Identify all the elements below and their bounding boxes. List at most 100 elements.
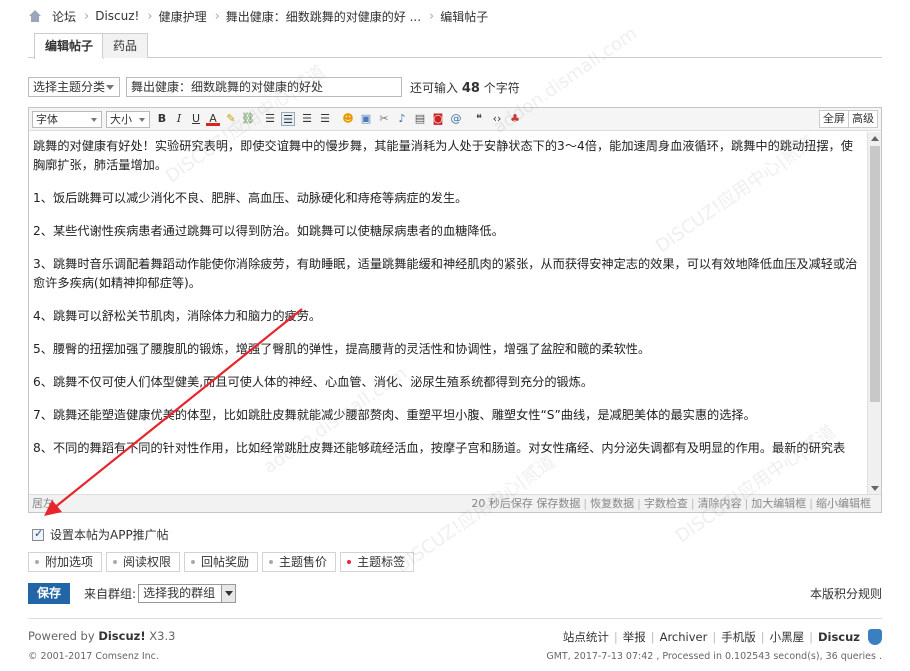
bullet-icon xyxy=(191,560,196,564)
remaining-suffix: 个字符 xyxy=(483,80,520,95)
video-icon[interactable]: ▤ xyxy=(413,112,427,126)
breadcrumb-health[interactable]: 健康护理 xyxy=(159,8,207,25)
shrink-editor-link[interactable]: 缩小编辑框 xyxy=(816,497,871,510)
separator: | xyxy=(809,630,813,644)
title-input[interactable]: 舞出健康：细数跳舞的对健康的好处 xyxy=(126,77,402,97)
chevron-down-icon xyxy=(91,118,97,122)
emoticon-icon[interactable]: ☻ xyxy=(341,112,355,126)
breadcrumb-thread[interactable]: 舞出健康：细数跳舞的对健康的好 ... xyxy=(226,8,421,25)
powered-version: X3.3 xyxy=(149,629,176,643)
scroll-down-icon[interactable] xyxy=(871,486,879,491)
attachment-icon[interactable]: ✂ xyxy=(377,112,391,126)
paragraph: 7、跳舞还能塑造健康优美的体型，比如跳肚皮舞就能减少腰部赘肉、重塑平坦小腹、雕塑… xyxy=(33,408,756,422)
blacklist-link[interactable]: 小黑屋 xyxy=(770,629,805,645)
breadcrumb-discuz[interactable]: Discuz! xyxy=(95,9,139,23)
chevron-down-icon[interactable] xyxy=(221,584,236,602)
clear-content-link[interactable]: 清除内容 xyxy=(698,497,742,510)
read-permission-button[interactable]: 阅读权限 xyxy=(106,552,181,572)
tab-bar: 编辑帖子 药品 xyxy=(28,33,882,59)
paragraph: 2、某些代谢性疾病患者通过跳舞可以得到防治。如跳舞可以使糖尿病患者的血糖降低。 xyxy=(33,224,504,238)
scroll-up-icon[interactable] xyxy=(871,136,879,141)
scroll-thumb[interactable] xyxy=(870,146,880,402)
archiver-link[interactable]: Archiver xyxy=(660,630,708,644)
remaining-chars: 还可输入 48 个字符 xyxy=(410,79,520,96)
editor-content[interactable]: 跳舞的对健康有好处！实验研究表明，即使交谊舞中的慢步舞，其能量消耗为人处于安静状… xyxy=(29,132,867,495)
link-icon[interactable]: ⛓ xyxy=(241,112,255,126)
extra-options: 附加选项 阅读权限 回帖奖励 主题售价 主题标签 xyxy=(28,552,418,572)
category-select[interactable]: 选择主题分类 xyxy=(28,77,120,97)
paragraph: 3、跳舞时音乐调配着舞蹈动作能使你消除疲劳，有助睡眠，适量跳舞能缓和神经肌肉的紧… xyxy=(33,257,858,290)
paragraph: 8、不同的舞蹈有不同的针对性作用，比如经常跳肚皮舞还能够疏经活血，按摩子宫和肠道… xyxy=(33,441,846,455)
editor-statusbar: 居左 20 秒后保存 保存数据 | 恢复数据 | 字数检查 | 清除内容 | 加大编辑框 | 缩小编… xyxy=(29,494,881,512)
breadcrumb-current: 编辑帖子 xyxy=(440,9,489,24)
flash-icon[interactable]: ◙ xyxy=(431,112,445,126)
enlarge-editor-link[interactable]: 加大编辑框 xyxy=(751,497,806,510)
tab-medicine[interactable]: 药品 xyxy=(102,33,149,58)
thread-tags-label: 主题标签 xyxy=(357,555,406,569)
code-icon[interactable]: ‹› xyxy=(490,112,504,126)
font-select[interactable]: 字体 xyxy=(32,111,102,128)
home-icon[interactable] xyxy=(28,10,42,22)
report-link[interactable]: 举报 xyxy=(623,629,646,645)
highlight-icon[interactable]: ✎ xyxy=(224,112,238,126)
submit-row: 保存 来自群组: 选择我的群组 本版积分规则 xyxy=(28,582,882,604)
thread-price-button[interactable]: 主题售价 xyxy=(262,552,337,572)
save-button[interactable]: 保存 xyxy=(28,582,71,604)
underline-icon[interactable]: U xyxy=(189,112,203,126)
mobile-link[interactable]: 手机版 xyxy=(721,629,756,645)
title-row: 选择主题分类 舞出健康：细数跳舞的对健康的好处 还可输入 48 个字符 xyxy=(28,76,520,98)
separator: | xyxy=(809,497,813,510)
thread-price-label: 主题售价 xyxy=(279,555,328,569)
points-rules-link[interactable]: 本版积分规则 xyxy=(810,585,882,602)
powered-prefix: Powered by xyxy=(28,629,95,643)
site-stats-link[interactable]: 站点统计 xyxy=(563,629,609,645)
group-select[interactable]: 选择我的群组 xyxy=(138,583,237,603)
editor-scrollbar[interactable] xyxy=(867,132,881,495)
separator: | xyxy=(712,630,717,644)
align-justify-icon[interactable]: ☰ xyxy=(300,112,314,126)
align-right-icon[interactable]: ☰ xyxy=(318,112,332,126)
tab-edit-post[interactable]: 编辑帖子 xyxy=(34,33,105,59)
size-select[interactable]: 大小 xyxy=(106,111,150,128)
powered-brand[interactable]: Discuz! xyxy=(98,629,145,643)
attach-options-button[interactable]: 附加选项 xyxy=(28,552,103,572)
align-center-icon[interactable]: ☰ xyxy=(281,112,295,126)
align-status: 居左 xyxy=(32,497,54,510)
chevron-down-icon xyxy=(106,85,114,90)
fullscreen-button[interactable]: 全屏 xyxy=(819,110,849,128)
security-shield-icon[interactable] xyxy=(868,629,882,645)
group-label: 来自群组: xyxy=(84,586,137,601)
free-content-icon[interactable]: ♣ xyxy=(508,112,522,126)
quote-icon[interactable]: ❝ xyxy=(472,112,486,126)
save-data-link[interactable]: 保存数据 xyxy=(536,497,580,510)
editor-actions: 20 秒后保存 保存数据 | 恢复数据 | 字数检查 | 清除内容 | 加大编辑框 | 缩小编辑框 xyxy=(471,495,871,512)
music-icon[interactable]: ♪ xyxy=(395,112,409,126)
at-icon[interactable]: @ xyxy=(449,112,463,126)
breadcrumb-forum[interactable]: 论坛 xyxy=(52,8,76,25)
align-left-icon[interactable]: ☰ xyxy=(263,112,277,126)
size-select-value: 大小 xyxy=(110,113,132,126)
post-editor: 字体 大小 B I U A ✎ ⛓ ☰ ☰ ☰ ☰ ☻ ▣ ✂ ♪ ▤ ◙ @ … xyxy=(28,107,882,513)
word-check-link[interactable]: 字数检查 xyxy=(644,497,688,510)
breadcrumb: 论坛 › Discuz! › 健康护理 › 舞出健康：细数跳舞的对健康的好 ..… xyxy=(28,6,488,26)
paragraph: 1、饭后跳舞可以减少消化不良、肥胖、高血压、动脉硬化和痔疮等病症的发生。 xyxy=(33,191,468,205)
app-promo-label: 设置本帖为APP推广帖 xyxy=(50,528,169,542)
italic-icon[interactable]: I xyxy=(172,112,186,126)
reply-reward-label: 回帖奖励 xyxy=(201,555,250,569)
app-promo-option[interactable]: 设置本帖为APP推广帖 xyxy=(32,526,169,543)
image-icon[interactable]: ▣ xyxy=(359,112,373,126)
thread-tags-button[interactable]: 主题标签 xyxy=(340,552,415,572)
discuz-link[interactable]: Discuz xyxy=(818,630,860,644)
bold-icon[interactable]: B xyxy=(155,112,169,126)
bullet-icon xyxy=(35,560,39,564)
text-color-icon[interactable]: A xyxy=(206,112,220,126)
restore-data-link[interactable]: 恢复数据 xyxy=(590,497,634,510)
separator: | xyxy=(637,497,641,510)
remaining-count: 48 xyxy=(461,80,480,96)
bullet-icon xyxy=(347,560,352,564)
advanced-button[interactable]: 高级 xyxy=(848,110,878,128)
reply-reward-button[interactable]: 回帖奖励 xyxy=(184,552,259,572)
font-select-value: 字体 xyxy=(36,113,58,126)
app-promo-checkbox[interactable] xyxy=(32,527,44,541)
editor-toolbar: 字体 大小 B I U A ✎ ⛓ ☰ ☰ ☰ ☰ ☻ ▣ ✂ ♪ ▤ ◙ @ … xyxy=(29,108,881,131)
